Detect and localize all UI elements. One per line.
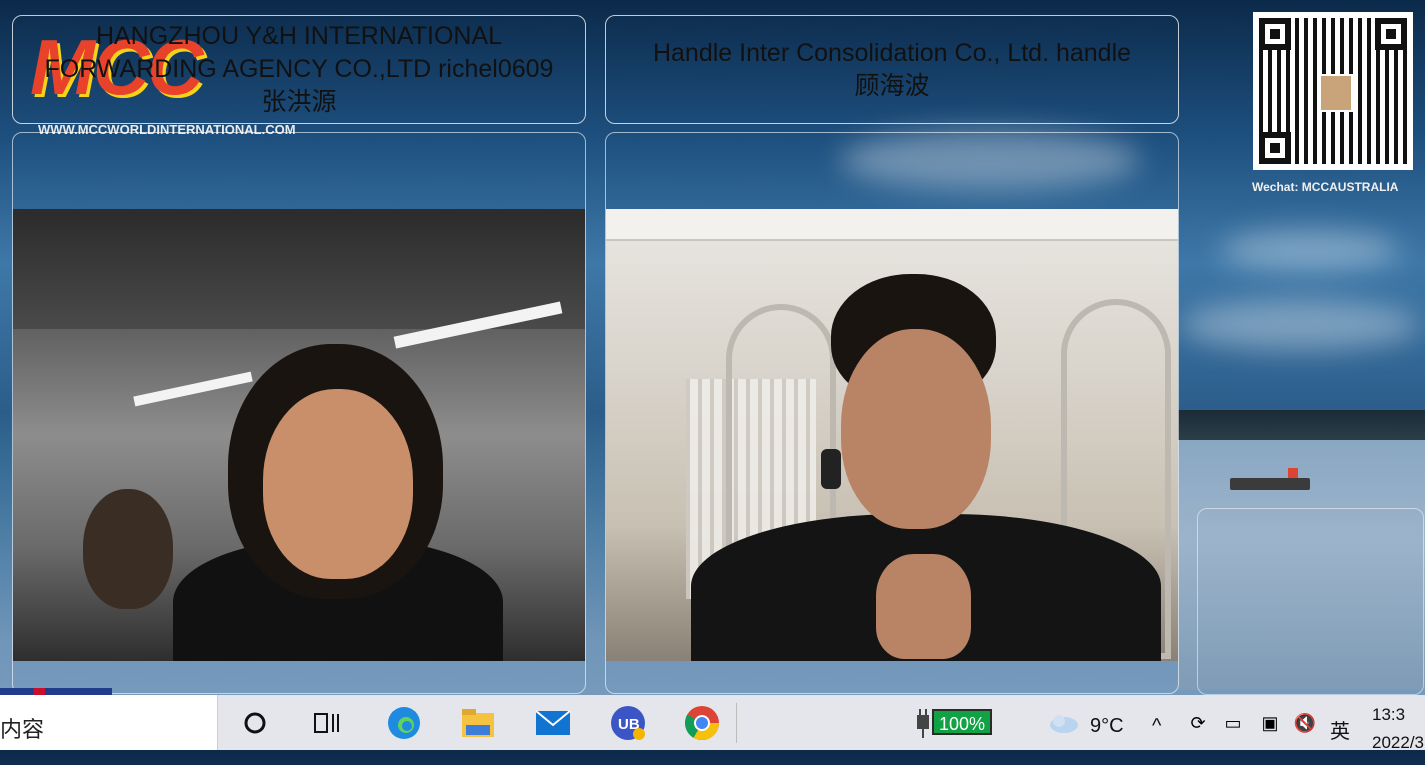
cortana-icon[interactable] (237, 705, 273, 741)
empty-side-panel (1197, 508, 1424, 695)
wechat-caption: Wechat: MCCAUSTRALIA (1252, 180, 1399, 194)
devices-icon[interactable]: ▭ (1215, 705, 1251, 741)
weather-temperature[interactable]: 9°C (1090, 715, 1124, 738)
video-feed-2 (606, 209, 1178, 661)
taskbar-divider (736, 703, 737, 743)
taskbar-search-box[interactable]: 内容 (0, 695, 218, 750)
taskbar: 内容 UB 100% 9°C ^ ⟳ ▭ ▣ 🔇 英 13:3 2022/3 (0, 695, 1425, 752)
participant-1-line-2: FORWARDING AGENCY CO.,LTD richel0609 (44, 55, 554, 83)
chrome-icon[interactable] (684, 705, 720, 741)
background-boat (1230, 468, 1310, 490)
video-tile-1[interactable] (12, 132, 586, 694)
video-tile-2[interactable] (605, 132, 1179, 694)
participant-1-line-3: 张洪源 (261, 88, 337, 116)
clock-time: 13:3 (1372, 705, 1406, 724)
taskbar-clock[interactable]: 13:3 2022/3 (1372, 701, 1424, 757)
network-sync-icon[interactable]: ⟳ (1180, 705, 1216, 741)
show-hidden-icons-chevron-icon[interactable]: ^ (1152, 715, 1161, 738)
battery-indicator[interactable]: 100% (932, 709, 992, 735)
background-cloud (1180, 300, 1420, 350)
clock-date: 2022/3 (1372, 733, 1424, 752)
mail-icon[interactable] (535, 705, 571, 741)
input-method-indicator[interactable]: 英 (1330, 715, 1350, 744)
headset-icon (821, 449, 841, 489)
participant-name-box-1: HANGZHOU Y&H INTERNATIONAL FORWARDING AG… (12, 15, 586, 124)
edge-browser-icon[interactable] (386, 705, 422, 741)
weather-cloud-icon[interactable] (1045, 705, 1081, 741)
participant-2-face (841, 329, 991, 529)
participant-1-line-1: HANGZHOU Y&H INTERNATIONAL (95, 22, 503, 50)
ub-app-icon[interactable]: UB (610, 705, 646, 741)
background-person (83, 489, 173, 609)
task-view-icon[interactable] (309, 705, 345, 741)
video-feed-1 (13, 209, 585, 661)
participant-1-face (263, 389, 413, 579)
participant-name-box-2: Handle Inter Consolidation Co., Ltd. han… (605, 15, 1179, 124)
wechat-qr-code (1253, 12, 1413, 170)
file-explorer-icon[interactable] (460, 705, 496, 741)
participant-2-line-1: Handle Inter Consolidation Co., Ltd. han… (652, 38, 1132, 67)
network-icon[interactable]: ▣ (1252, 705, 1288, 741)
participant-2-hand (876, 554, 971, 659)
background-city-skyline (1178, 410, 1425, 442)
background-cloud (1220, 230, 1400, 270)
speaker-muted-icon[interactable]: 🔇 (1287, 705, 1323, 741)
participant-2-line-2: 顾海波 (854, 71, 930, 100)
